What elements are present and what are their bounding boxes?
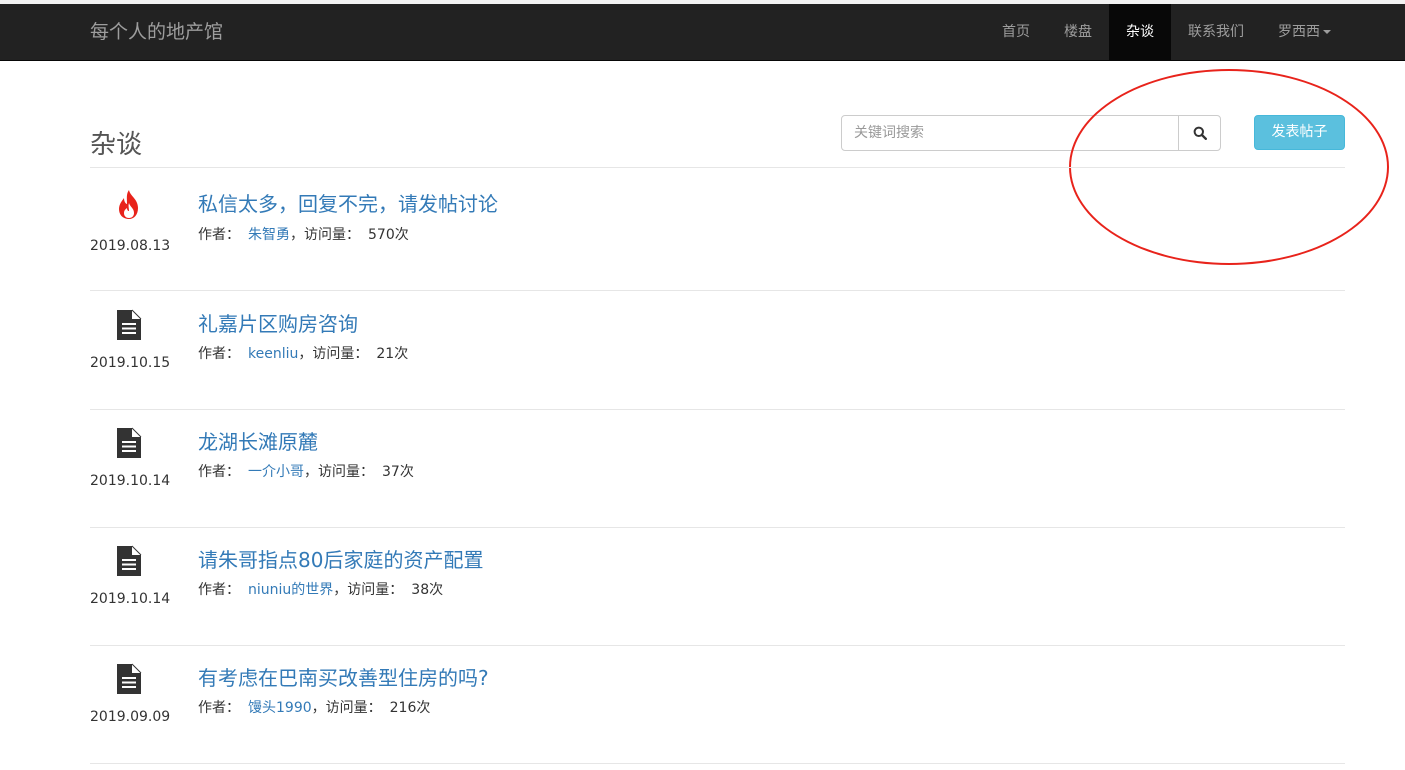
document-icon (112, 662, 146, 696)
fire-icon (112, 188, 146, 222)
page-title: 杂谈 (90, 130, 143, 160)
author-label: 作者： (198, 700, 240, 716)
post-row: 2019.08.13 私信太多，回复不完，请发帖讨论作者： 朱智勇，访问量： 570次 (90, 168, 1345, 286)
views-label: ，访问量： (290, 227, 360, 243)
post-date: 2019.09.09 (90, 709, 171, 725)
view-count: 21次 (376, 346, 409, 362)
view-count: 38次 (411, 582, 444, 598)
views-label: ，访问量： (298, 346, 369, 362)
post-title-link[interactable]: 私信太多，回复不完，请发帖讨论 (198, 188, 498, 217)
author-link[interactable]: niuniu的世界 (248, 582, 333, 598)
author-label: 作者： (198, 346, 240, 362)
nav-item-properties[interactable]: 楼盘 (1047, 4, 1109, 60)
post-title-link[interactable]: 礼嘉片区购房咨询 (198, 308, 358, 337)
caret-down-icon (1323, 30, 1331, 34)
author-link[interactable]: 一介小哥 (248, 464, 304, 480)
post-meta: 作者： 馒头1990，访问量： 216次 (198, 697, 430, 717)
main-nav: 首页 楼盘 杂谈 联系我们 罗西西 (985, 4, 1348, 60)
view-count: 570次 (368, 227, 409, 243)
post-meta: 作者： niuniu的世界，访问量： 38次 (198, 579, 443, 599)
post-title-link[interactable]: 请朱哥指点80后家庭的资产配置 (198, 544, 483, 573)
document-icon (112, 308, 146, 342)
search-button[interactable] (1178, 115, 1221, 151)
views-label: ，访问量： (311, 700, 382, 716)
new-post-button[interactable]: 发表帖子 (1254, 115, 1345, 150)
top-navbar: 每个人的地产馆 首页 楼盘 杂谈 联系我们 罗西西 (0, 4, 1405, 61)
author-label: 作者： (198, 227, 240, 243)
document-icon (112, 426, 146, 460)
divider (90, 763, 1345, 764)
post-row: 2019.10.14 请朱哥指点80后家庭的资产配置作者： niuniu的世界，访问… (90, 527, 1345, 645)
post-date: 2019.10.14 (90, 473, 171, 489)
post-title-link[interactable]: 龙湖长滩原麓 (198, 426, 318, 455)
author-label: 作者： (198, 464, 240, 480)
post-date: 2019.08.13 (90, 238, 171, 254)
post-row: 2019.09.09 有考虑在巴南买改善型住房的吗? 作者： 馒头1990，访问量： 2… (90, 645, 1345, 763)
view-count: 37次 (382, 464, 414, 480)
author-label: 作者： (198, 582, 240, 598)
nav-item-contact[interactable]: 联系我们 (1171, 4, 1261, 60)
post-meta: 作者： keenliu，访问量： 21次 (198, 343, 408, 363)
post-title-link[interactable]: 有考虑在巴南买改善型住房的吗? (198, 662, 489, 691)
search-icon (1193, 126, 1207, 140)
search-input[interactable] (841, 115, 1179, 151)
document-icon (112, 544, 146, 578)
nav-item-talk[interactable]: 杂谈 (1109, 4, 1171, 60)
author-link[interactable]: 朱智勇 (248, 227, 290, 243)
post-row: 2019.10.15 礼嘉片区购房咨询作者： keenliu，访问量： 21次 (90, 291, 1345, 409)
author-link[interactable]: keenliu (248, 346, 298, 362)
post-meta: 作者： 朱智勇，访问量： 570次 (198, 224, 409, 244)
user-menu-dropdown[interactable]: 罗西西 (1261, 4, 1348, 60)
view-count: 216次 (389, 700, 431, 716)
post-meta: 作者： 一介小哥，访问量： 37次 (198, 461, 414, 481)
nav-item-home[interactable]: 首页 (985, 4, 1047, 60)
views-label: ，访问量： (304, 464, 374, 480)
author-link[interactable]: 馒头1990 (248, 700, 312, 716)
post-date: 2019.10.14 (90, 591, 171, 607)
views-label: ，访问量： (333, 582, 404, 598)
post-date: 2019.10.15 (90, 355, 171, 371)
post-row: 2019.10.14 龙湖长滩原麓作者： 一介小哥，访问量： 37次 (90, 409, 1345, 527)
site-brand[interactable]: 每个人的地产馆 (90, 4, 223, 60)
